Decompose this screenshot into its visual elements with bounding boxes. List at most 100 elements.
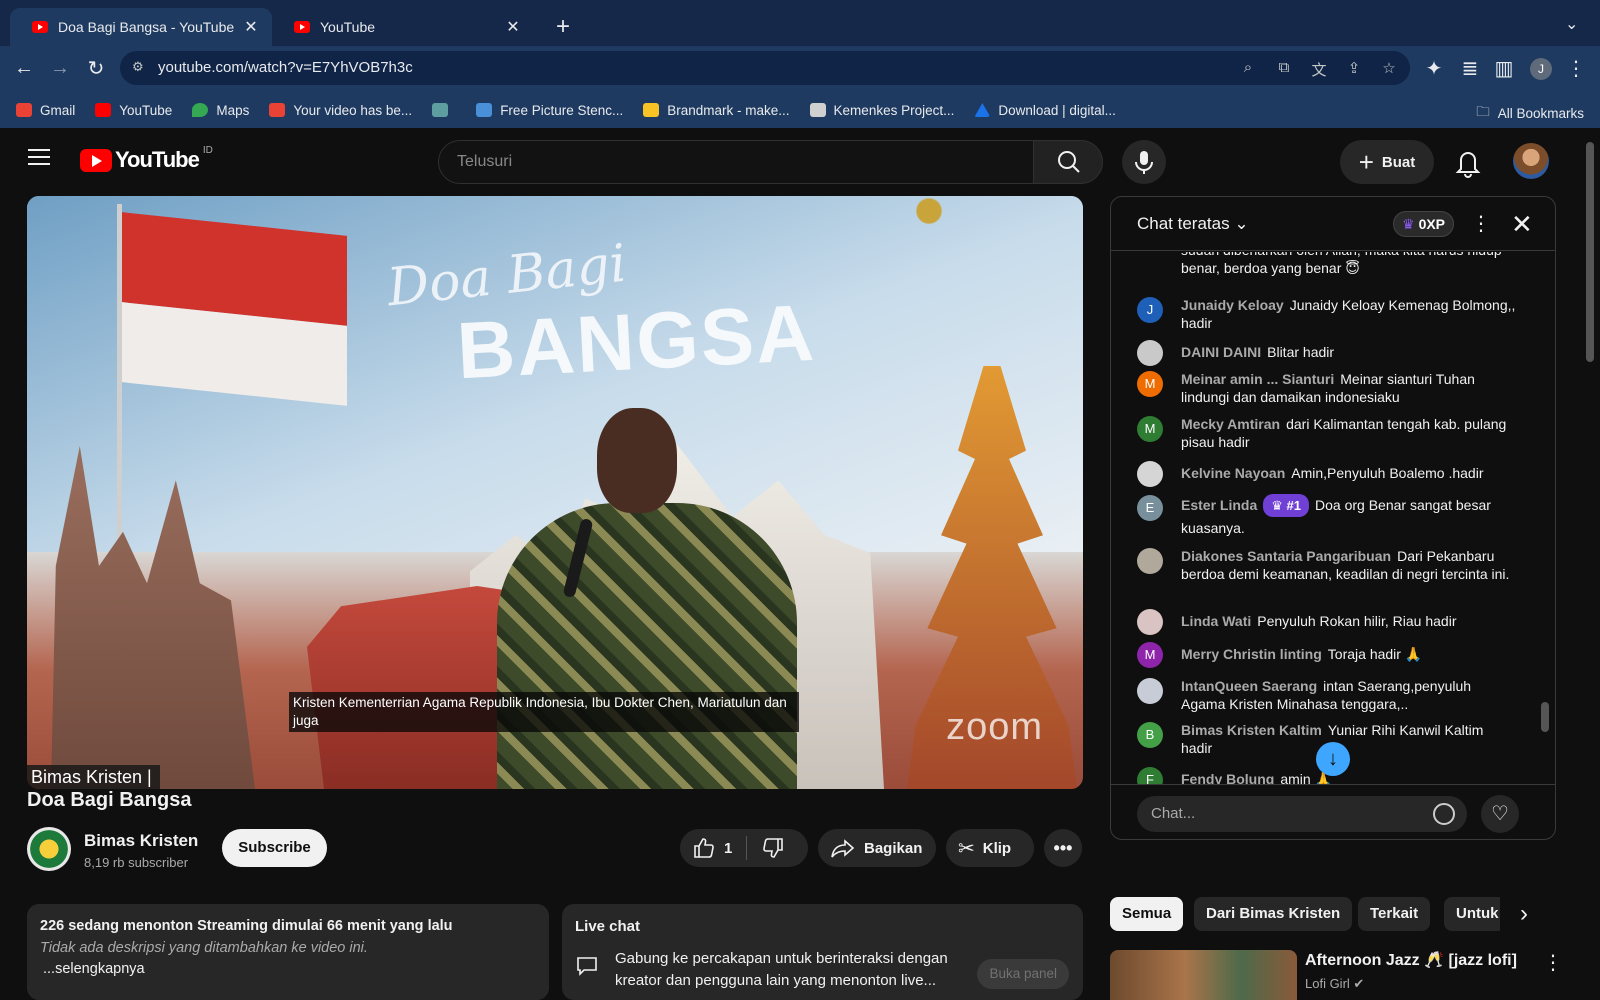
recommended-channel[interactable]: Lofi Girl ✔ <box>1305 976 1364 992</box>
heart-reaction-icon[interactable]: ♡ <box>1481 795 1519 833</box>
youtube-page: YouTube ID Telusuri + Buat Doa Bagi BANGS… <box>0 128 1600 1000</box>
media-controls-icon[interactable]: ≣ <box>1456 54 1484 82</box>
bookmark-maps[interactable]: Maps <box>192 103 249 118</box>
video-player[interactable]: Doa Bagi BANGSA Kristen Kementerrian Aga… <box>27 196 1083 789</box>
bookmark-free-picture-stencil[interactable]: Free Picture Stenc... <box>476 103 623 118</box>
open-panel-button[interactable]: Buka panel <box>977 959 1069 989</box>
bookmark-gmail-video[interactable]: Your video has be... <box>269 103 412 118</box>
tab-youtube[interactable]: YouTube ✕ <box>272 8 534 46</box>
bookmark-star-icon[interactable]: ☆ <box>1379 59 1399 79</box>
page-scrollbar[interactable] <box>1586 142 1594 362</box>
chat-author-name[interactable]: Mecky Amtiran <box>1181 416 1280 432</box>
bookmark-gmail[interactable]: Gmail <box>16 103 75 118</box>
search-button[interactable] <box>1033 140 1103 184</box>
chip-related[interactable]: Terkait <box>1358 897 1431 931</box>
profile-avatar[interactable]: J <box>1530 58 1552 80</box>
chat-author-name[interactable]: Linda Wati <box>1181 613 1251 629</box>
thumbs-down-icon[interactable] <box>761 836 785 860</box>
bookmark-brandmark[interactable]: Brandmark - make... <box>643 103 790 118</box>
thumbs-up-icon[interactable] <box>692 836 716 860</box>
chat-author-name[interactable]: Kelvine Nayoan <box>1181 465 1285 481</box>
tab-close-icon[interactable]: ✕ <box>504 17 522 37</box>
site-info-icon[interactable]: ⚙ <box>132 59 150 77</box>
chat-options-icon[interactable]: ⋮ <box>1471 211 1491 236</box>
bookmark-kemenkes[interactable]: Kemenkes Project... <box>809 102 955 118</box>
speaker-batik-shirt <box>497 503 797 789</box>
chat-author-name[interactable]: Fendy Bolung <box>1181 771 1274 784</box>
browser-chrome: Doa Bagi Bangsa - YouTube ✕ YouTube ✕ + … <box>0 0 1600 128</box>
new-tab-button[interactable]: + <box>556 12 570 42</box>
tab-close-icon[interactable]: ✕ <box>242 17 260 37</box>
create-button[interactable]: + Buat <box>1340 140 1434 184</box>
tab-search-chevron-icon[interactable]: ⌄ <box>1565 14 1578 34</box>
translate-icon[interactable]: 文 <box>1309 59 1329 79</box>
account-avatar[interactable] <box>1513 143 1549 179</box>
close-chat-icon[interactable]: ✕ <box>1511 209 1533 240</box>
channel-name[interactable]: Bimas Kristen <box>84 831 198 851</box>
bookmark-label: Kemenkes Project... <box>833 102 955 118</box>
bookmark-youtube[interactable]: YouTube <box>95 103 172 118</box>
chevron-right-icon[interactable]: › <box>1520 900 1528 928</box>
bookmark-site-icon-only[interactable] <box>432 103 456 117</box>
reload-icon[interactable]: ↻ <box>82 54 110 82</box>
description-box[interactable]: 226 sedang menonton Streaming dimulai 66… <box>27 904 549 1000</box>
like-count[interactable]: 1 <box>724 840 732 857</box>
search-input[interactable]: Telusuri <box>438 140 1034 184</box>
address-bar[interactable]: ⚙ youtube.com/watch?v=E7YhVOB7h3c ⌕ ⧉ 文 … <box>120 51 1410 85</box>
tab-doa-bagi-bangsa[interactable]: Doa Bagi Bangsa - YouTube ✕ <box>10 8 272 46</box>
url-text[interactable]: youtube.com/watch?v=E7YhVOB7h3c <box>158 59 413 76</box>
chat-author-name[interactable]: Meinar amin ... Sianturi <box>1181 371 1334 387</box>
chat-author-name[interactable]: Diakones Santaria Pangaribuan <box>1181 548 1391 564</box>
chat-input[interactable]: Chat... <box>1137 796 1467 832</box>
side-panel-icon[interactable]: ▥ <box>1490 54 1518 82</box>
site-cube-icon <box>432 103 449 117</box>
search-icon[interactable]: ⌕ <box>1238 59 1258 79</box>
tab-label: YouTube <box>320 19 376 35</box>
open-in-app-icon[interactable]: ⧉ <box>1274 59 1294 79</box>
notifications-bell-icon[interactable] <box>1452 145 1484 179</box>
youtube-logo[interactable]: YouTube ID <box>80 145 213 173</box>
show-more-link[interactable]: ...selengkapnya <box>43 961 536 977</box>
chat-author-name[interactable]: Bimas Kristen Kaltim <box>1181 722 1322 738</box>
chat-mode-dropdown[interactable]: Chat teratas ⌄ <box>1137 214 1249 234</box>
chat-message-list[interactable]: sudah dibenarkan oleh Allah, maka kita h… <box>1111 252 1555 784</box>
share-button[interactable]: Bagikan <box>818 829 936 867</box>
scissors-icon: ✂ <box>958 837 975 860</box>
all-bookmarks-button[interactable]: 🗀 All Bookmarks <box>1476 102 1584 125</box>
share-icon[interactable]: ⇪ <box>1344 59 1364 79</box>
hamburger-menu-icon[interactable] <box>28 149 50 165</box>
clip-button[interactable]: ✂ Klip <box>946 829 1034 867</box>
live-chat-title: Live chat <box>575 918 641 935</box>
chat-author-name[interactable]: Ester Linda <box>1181 497 1257 513</box>
extensions-icon[interactable]: ✦ <box>1420 54 1448 82</box>
subscribe-button[interactable]: Subscribe <box>222 829 327 867</box>
xp-value: 0XP <box>1418 216 1446 232</box>
xp-badge[interactable]: ♛ 0XP <box>1393 211 1455 237</box>
channel-avatar[interactable] <box>27 827 71 871</box>
voice-search-button[interactable] <box>1122 140 1166 184</box>
chip-for-you[interactable]: Untuk Anda <box>1444 897 1500 931</box>
chat-message-text: Amin,Penyuluh Boalemo .hadir <box>1291 465 1484 481</box>
chat-author-name[interactable]: Junaidy Keloay <box>1181 297 1284 313</box>
chip-all[interactable]: Semua <box>1110 897 1184 931</box>
chat-author-name[interactable]: IntanQueen Saerang <box>1181 678 1317 694</box>
bookmark-label: YouTube <box>119 102 173 118</box>
recommended-video-menu-icon[interactable]: ⋮ <box>1543 950 1563 975</box>
chat-scrollbar[interactable] <box>1541 702 1549 732</box>
chat-author-avatar <box>1137 609 1163 635</box>
scroll-to-bottom-arrow-icon[interactable]: ↓ <box>1316 742 1350 776</box>
chip-from-channel[interactable]: Dari Bimas Kristen <box>1194 897 1353 931</box>
recommended-video-thumbnail[interactable] <box>1110 950 1297 1000</box>
back-arrow-icon[interactable]: ← <box>10 54 38 82</box>
chat-author-name[interactable]: Merry Christin linting <box>1181 646 1322 662</box>
browser-menu-icon[interactable]: ⋮ <box>1562 54 1590 82</box>
recommended-video-title[interactable]: Afternoon Jazz 🥂 [jazz lofi] <box>1305 950 1517 970</box>
emoji-icon[interactable] <box>1433 803 1455 825</box>
chat-header: Chat teratas ⌄ ♛ 0XP ⋮ ✕ <box>1111 197 1555 251</box>
chat-mode-label: Chat teratas <box>1137 214 1230 233</box>
forward-arrow-icon[interactable]: → <box>46 54 74 82</box>
bookmark-download-digital[interactable]: Download | digital... <box>974 103 1116 118</box>
chat-author-name[interactable]: DAINI DAINI <box>1181 344 1261 360</box>
more-actions-button[interactable]: ••• <box>1044 829 1082 867</box>
chat-message: IntanQueen Saerang intan Saerang,penyuluh… <box>1137 677 1517 713</box>
